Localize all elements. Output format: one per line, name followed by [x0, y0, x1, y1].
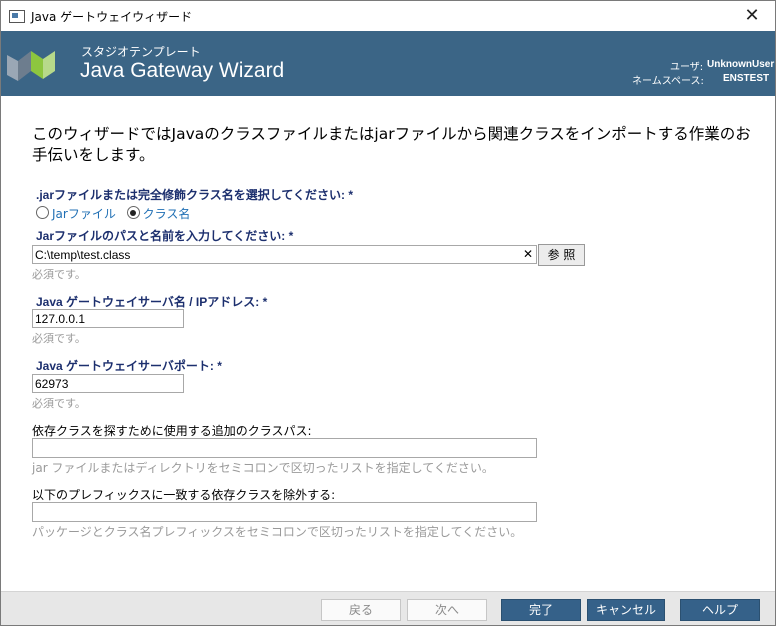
namespace-label: ネームスペース:: [632, 76, 704, 87]
clear-path-icon[interactable]: ✕: [523, 247, 533, 261]
cancel-button[interactable]: キャンセル: [587, 599, 665, 621]
port-input[interactable]: 62973: [32, 374, 184, 393]
exclude-label: 以下のプレフィックスに一致する依存クラスを除外する:: [32, 488, 336, 502]
radio-class-option[interactable]: クラス名: [126, 205, 191, 222]
port-label: Java ゲートウェイサーバポート: *: [36, 359, 222, 373]
window-title: Java ゲートウェイウィザード: [31, 10, 193, 24]
server-input[interactable]: 127.0.0.1: [32, 309, 184, 328]
wizard-content: このウィザードではJavaのクラスファイルまたはjarファイルから関連クラスをイ…: [1, 96, 775, 591]
app-window-icon: [9, 10, 25, 23]
classpath-hint: jar ファイルまたはディレクトリをセミコロンで区切ったリストを指定してください…: [32, 461, 494, 475]
server-label: Java ゲートウェイサーバ名 / IPアドレス: *: [36, 295, 268, 309]
back-button[interactable]: 戻る: [321, 599, 401, 621]
radio-jar[interactable]: [36, 206, 49, 219]
finish-button[interactable]: 完了: [501, 599, 581, 621]
exclude-input[interactable]: [32, 502, 537, 522]
header-title: Java Gateway Wizard: [80, 59, 285, 82]
namespace-value: ENSTEST: [723, 73, 770, 84]
browse-button[interactable]: 参 照: [538, 244, 585, 266]
wizard-footer: 戻る 次へ 完了 キャンセル ヘルプ: [1, 591, 775, 625]
server-required-note: 必須です。: [32, 332, 86, 345]
wizard-window: Java ゲートウェイウィザード ✕ スタジオテンプレート Java Gatew…: [0, 0, 776, 626]
intersystems-logo: [7, 51, 55, 81]
radio-jar-label: Jarファイル: [52, 207, 116, 221]
path-label: Jarファイルのパスと名前を入力してください: *: [36, 229, 294, 243]
path-required-note: 必須です。: [32, 268, 86, 281]
intro-text: このウィザードではJavaのクラスファイルまたはjarファイルから関連クラスをイ…: [32, 125, 751, 164]
radio-class-label: クラス名: [142, 207, 191, 221]
radio-class[interactable]: [126, 206, 140, 219]
close-icon[interactable]: ✕: [739, 3, 765, 29]
classpath-input[interactable]: [32, 438, 537, 458]
header-subtitle: スタジオテンプレート: [81, 45, 201, 59]
select-type-label: .jarファイルまたは完全修飾クラス名を選択してください: *: [36, 188, 354, 202]
user-label: ユーザ:: [670, 62, 704, 73]
user-value: UnknownUser: [707, 59, 775, 70]
title-bar: Java ゲートウェイウィザード ✕: [1, 1, 775, 31]
help-button[interactable]: ヘルプ: [680, 599, 760, 621]
path-input[interactable]: C:\temp\test.class: [32, 245, 537, 264]
next-button[interactable]: 次へ: [407, 599, 487, 621]
type-radio-group: Jarファイル クラス名: [36, 205, 197, 222]
exclude-hint: パッケージとクラス名プレフィックスをセミコロンで区切ったリストを指定してください…: [32, 525, 523, 539]
radio-jar-option[interactable]: Jarファイル: [36, 205, 116, 222]
classpath-label: 依存クラスを探すために使用する追加のクラスパス:: [32, 424, 312, 438]
port-required-note: 必須です。: [32, 397, 86, 410]
